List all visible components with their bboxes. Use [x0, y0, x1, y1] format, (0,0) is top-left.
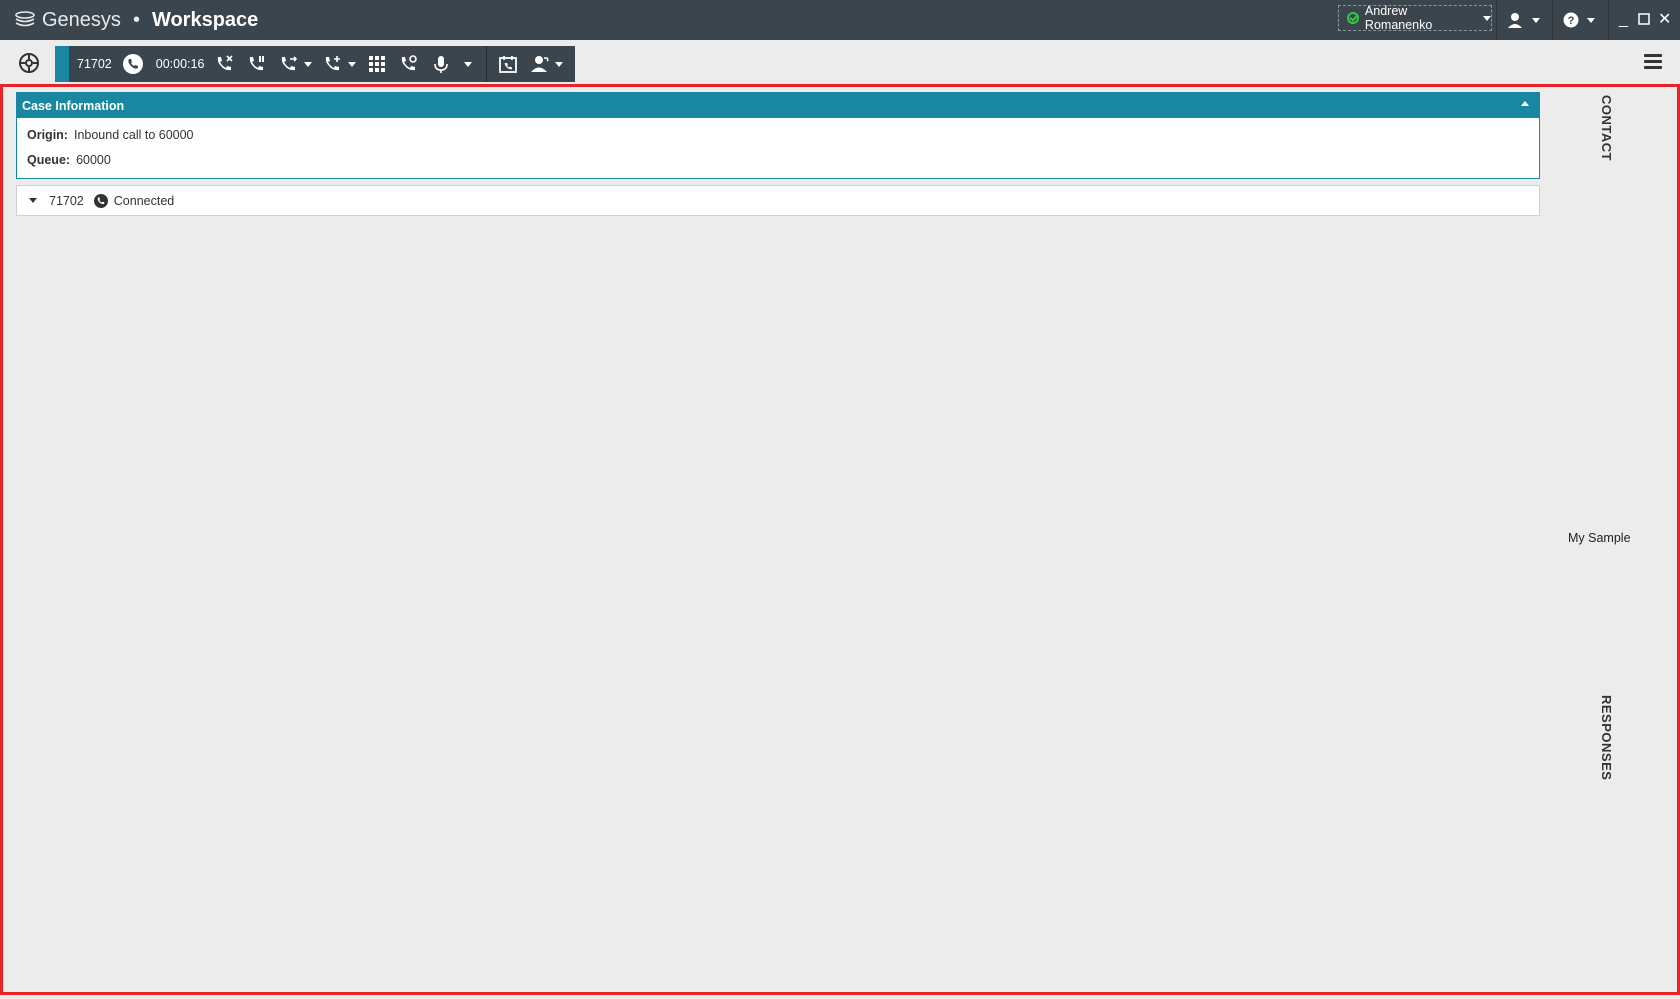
brand: Genesys • Workspace — [14, 0, 258, 40]
schedule-callback-icon[interactable] — [497, 53, 519, 75]
transfer-call-icon[interactable] — [278, 53, 300, 75]
user-status-dropdown[interactable]: Andrew Romanenko — [1338, 4, 1492, 32]
responses-side-tab[interactable]: RESPONSES — [1599, 695, 1614, 780]
phone-icon — [122, 53, 144, 75]
microphone-icon[interactable] — [430, 53, 452, 75]
call-toolbar: 71702 00:00:16 — [55, 46, 575, 82]
help-menu-button[interactable]: ? — [1563, 8, 1595, 32]
case-information-panel: Case Information Origin: Inbound call to… — [16, 92, 1540, 179]
chevron-down-icon — [1483, 15, 1491, 21]
consult-agent-icon[interactable] — [529, 53, 551, 75]
chevron-up-icon[interactable] — [1521, 101, 1529, 106]
agent-status-menu-button[interactable] — [1506, 8, 1540, 32]
titlebar-divider — [1608, 0, 1609, 40]
app-title: Workspace — [151, 8, 259, 31]
chevron-down-icon[interactable] — [304, 61, 313, 67]
gear-icon[interactable] — [18, 52, 40, 74]
toolbar: 71702 00:00:16 — [0, 40, 1680, 84]
minimize-icon[interactable]: _ — [1619, 8, 1628, 32]
user-name: Andrew Romanenko — [1364, 4, 1433, 32]
svg-text:?: ? — [1568, 15, 1575, 27]
case-information-title: Case Information — [22, 98, 125, 113]
call-timer: 00:00:16 — [155, 57, 205, 71]
chevron-down-icon — [1587, 17, 1595, 23]
help-icon: ? — [1563, 12, 1579, 28]
origin-label: Origin: — [27, 127, 68, 142]
brand-name: Genesys — [42, 8, 121, 31]
chevron-down-icon[interactable] — [464, 61, 473, 67]
phone-icon — [93, 193, 108, 208]
origin-value: Inbound call to 60000 — [73, 127, 194, 142]
my-sample-label: My Sample — [1568, 531, 1631, 545]
end-call-icon[interactable] — [214, 53, 236, 75]
connection-status: Connected — [113, 193, 175, 208]
case-queue-row: Queue: 60000 — [27, 147, 1539, 172]
close-icon[interactable]: ✕ — [1658, 8, 1671, 32]
queue-value: 60000 — [76, 152, 111, 167]
chevron-down-icon[interactable] — [348, 61, 357, 67]
case-origin-row: Origin: Inbound call to 60000 — [27, 122, 1539, 147]
case-information-header[interactable]: Case Information — [17, 93, 1539, 118]
queue-label: Queue: — [27, 152, 71, 167]
titlebar-divider — [1496, 0, 1497, 40]
connection-status-row[interactable]: 71702 Connected — [16, 185, 1540, 216]
maximize-icon[interactable] — [1638, 8, 1650, 33]
title-bar: Genesys • Workspace Andrew Romanenko ? _… — [0, 0, 1680, 40]
chevron-down-icon — [1532, 17, 1540, 23]
agent-status-icon — [1508, 13, 1522, 28]
connection-number: 71702 — [49, 193, 84, 208]
hamburger-menu-icon[interactable] — [1644, 54, 1662, 72]
interaction-workspace: Case Information Origin: Inbound call to… — [0, 84, 1680, 995]
call-toolbar-divider — [486, 46, 488, 82]
call-number: 71702 — [77, 57, 112, 71]
contact-side-tab[interactable]: CONTACT — [1599, 95, 1614, 161]
call-accent — [55, 46, 69, 82]
conference-call-icon[interactable] — [322, 53, 344, 75]
hold-call-icon[interactable] — [246, 53, 268, 75]
chevron-down-icon[interactable] — [555, 61, 564, 67]
dialpad-icon[interactable] — [366, 53, 388, 75]
chevron-down-icon[interactable] — [29, 198, 37, 203]
ready-status-icon — [1347, 12, 1359, 24]
genesys-logo-icon — [15, 11, 35, 27]
brand-separator: • — [132, 8, 140, 31]
titlebar-divider — [1552, 0, 1553, 40]
voicemail-icon[interactable] — [398, 53, 420, 75]
